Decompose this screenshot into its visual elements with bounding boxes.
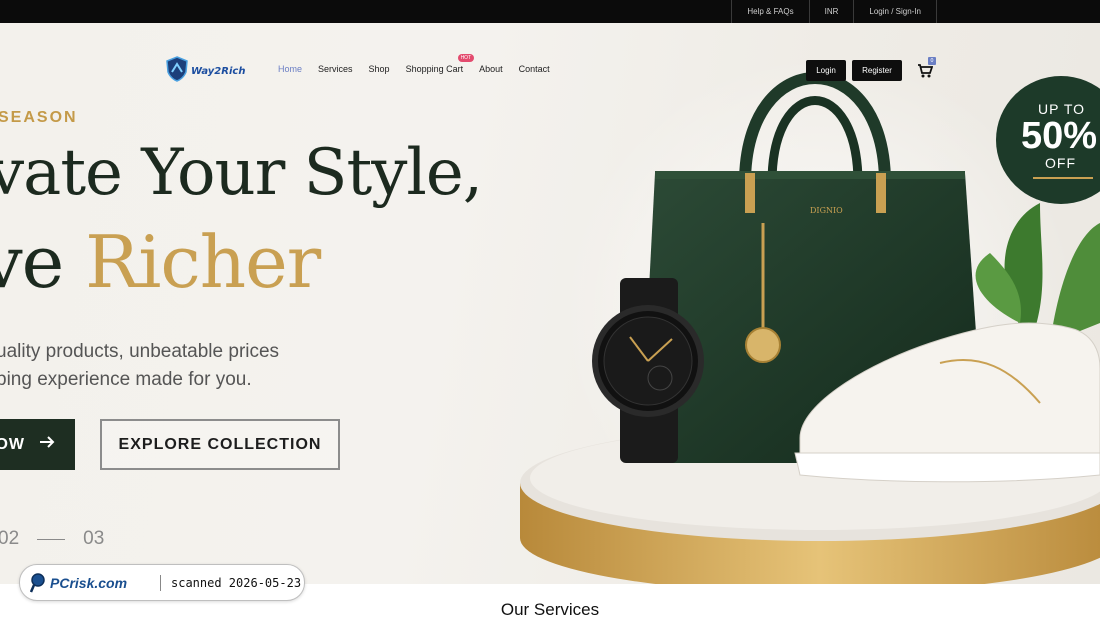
slide-indicator: 02 03 — [0, 528, 104, 550]
pcrisk-brand: PCrisk.com — [50, 574, 128, 591]
help-faqs-link[interactable]: Help & FAQs — [731, 0, 808, 23]
services-heading: Our Services — [500, 600, 600, 619]
discount-percent: 50% — [1021, 115, 1098, 157]
explore-collection-button[interactable]: EXPLORE COLLECTION — [100, 419, 340, 470]
shop-now-button[interactable]: OW — [0, 419, 75, 470]
nav-shop[interactable]: Shop — [369, 64, 390, 74]
headline-prefix: ve — [0, 220, 64, 304]
site-logo[interactable]: Way2Rich — [165, 56, 245, 86]
scan-date: scanned 2026-05-23 — [171, 575, 302, 590]
svg-text:DIGNIO: DIGNIO — [810, 206, 843, 215]
topbar-links: Help & FAQs INR Login / Sign-In — [731, 0, 937, 23]
nav-contact[interactable]: Contact — [519, 64, 550, 74]
login-button[interactable]: Login — [806, 60, 846, 81]
shield-logo-icon — [165, 56, 189, 86]
main-nav: Home Services Shop Shopping Cart HOT Abo… — [278, 54, 550, 74]
slide-divider — [37, 538, 66, 540]
login-signin-link[interactable]: Login / Sign-In — [853, 0, 937, 23]
shop-now-label: OW — [0, 435, 25, 453]
hero-headline-line1: vate Your Style, — [0, 136, 483, 210]
arrow-right-icon — [39, 435, 55, 454]
hero-subtitle-line2: ping experience made for you. — [0, 369, 252, 390]
nav-about[interactable]: About — [479, 64, 503, 74]
currency-selector[interactable]: INR — [808, 0, 854, 23]
watermark-badge: PCrisk.com scanned 2026-05-23 — [19, 564, 305, 601]
discount-underline — [1033, 177, 1093, 179]
cart-count-badge: 0 — [928, 57, 936, 65]
slide-total[interactable]: 03 — [83, 528, 104, 550]
nav-shopping-cart[interactable]: Shopping Cart HOT — [405, 54, 475, 74]
logo-text: Way2Rich — [191, 65, 246, 77]
register-button[interactable]: Register — [852, 60, 902, 81]
hero-headline-line2: ve Richer — [0, 220, 321, 304]
headline-accent: Richer — [85, 220, 321, 304]
watermark-separator — [160, 574, 161, 591]
magnifier-icon — [30, 572, 45, 592]
top-utility-bar: Help & FAQs INR Login / Sign-In — [0, 0, 1100, 23]
hero-subtitle-line1: uality products, unbeatable prices — [0, 341, 280, 362]
pcrisk-logo: PCrisk.com — [30, 572, 150, 594]
slide-current[interactable]: 02 — [0, 528, 19, 550]
hero-banner: DIGNIO SEASON vate Your Style, ve Richer… — [0, 23, 1100, 584]
plant-leaves — [975, 203, 1100, 343]
discount-suffix: OFF — [1045, 155, 1076, 171]
nav-services[interactable]: Services — [318, 64, 353, 74]
hero-subtitle: uality products, unbeatable prices ping … — [0, 338, 279, 394]
nav-home[interactable]: Home — [278, 64, 302, 74]
nav-shopping-cart-label: Shopping Cart — [405, 64, 464, 74]
hero-eyebrow: SEASON — [0, 109, 78, 126]
cart-button[interactable]: 0 — [917, 57, 937, 80]
hot-badge: HOT — [457, 54, 475, 62]
